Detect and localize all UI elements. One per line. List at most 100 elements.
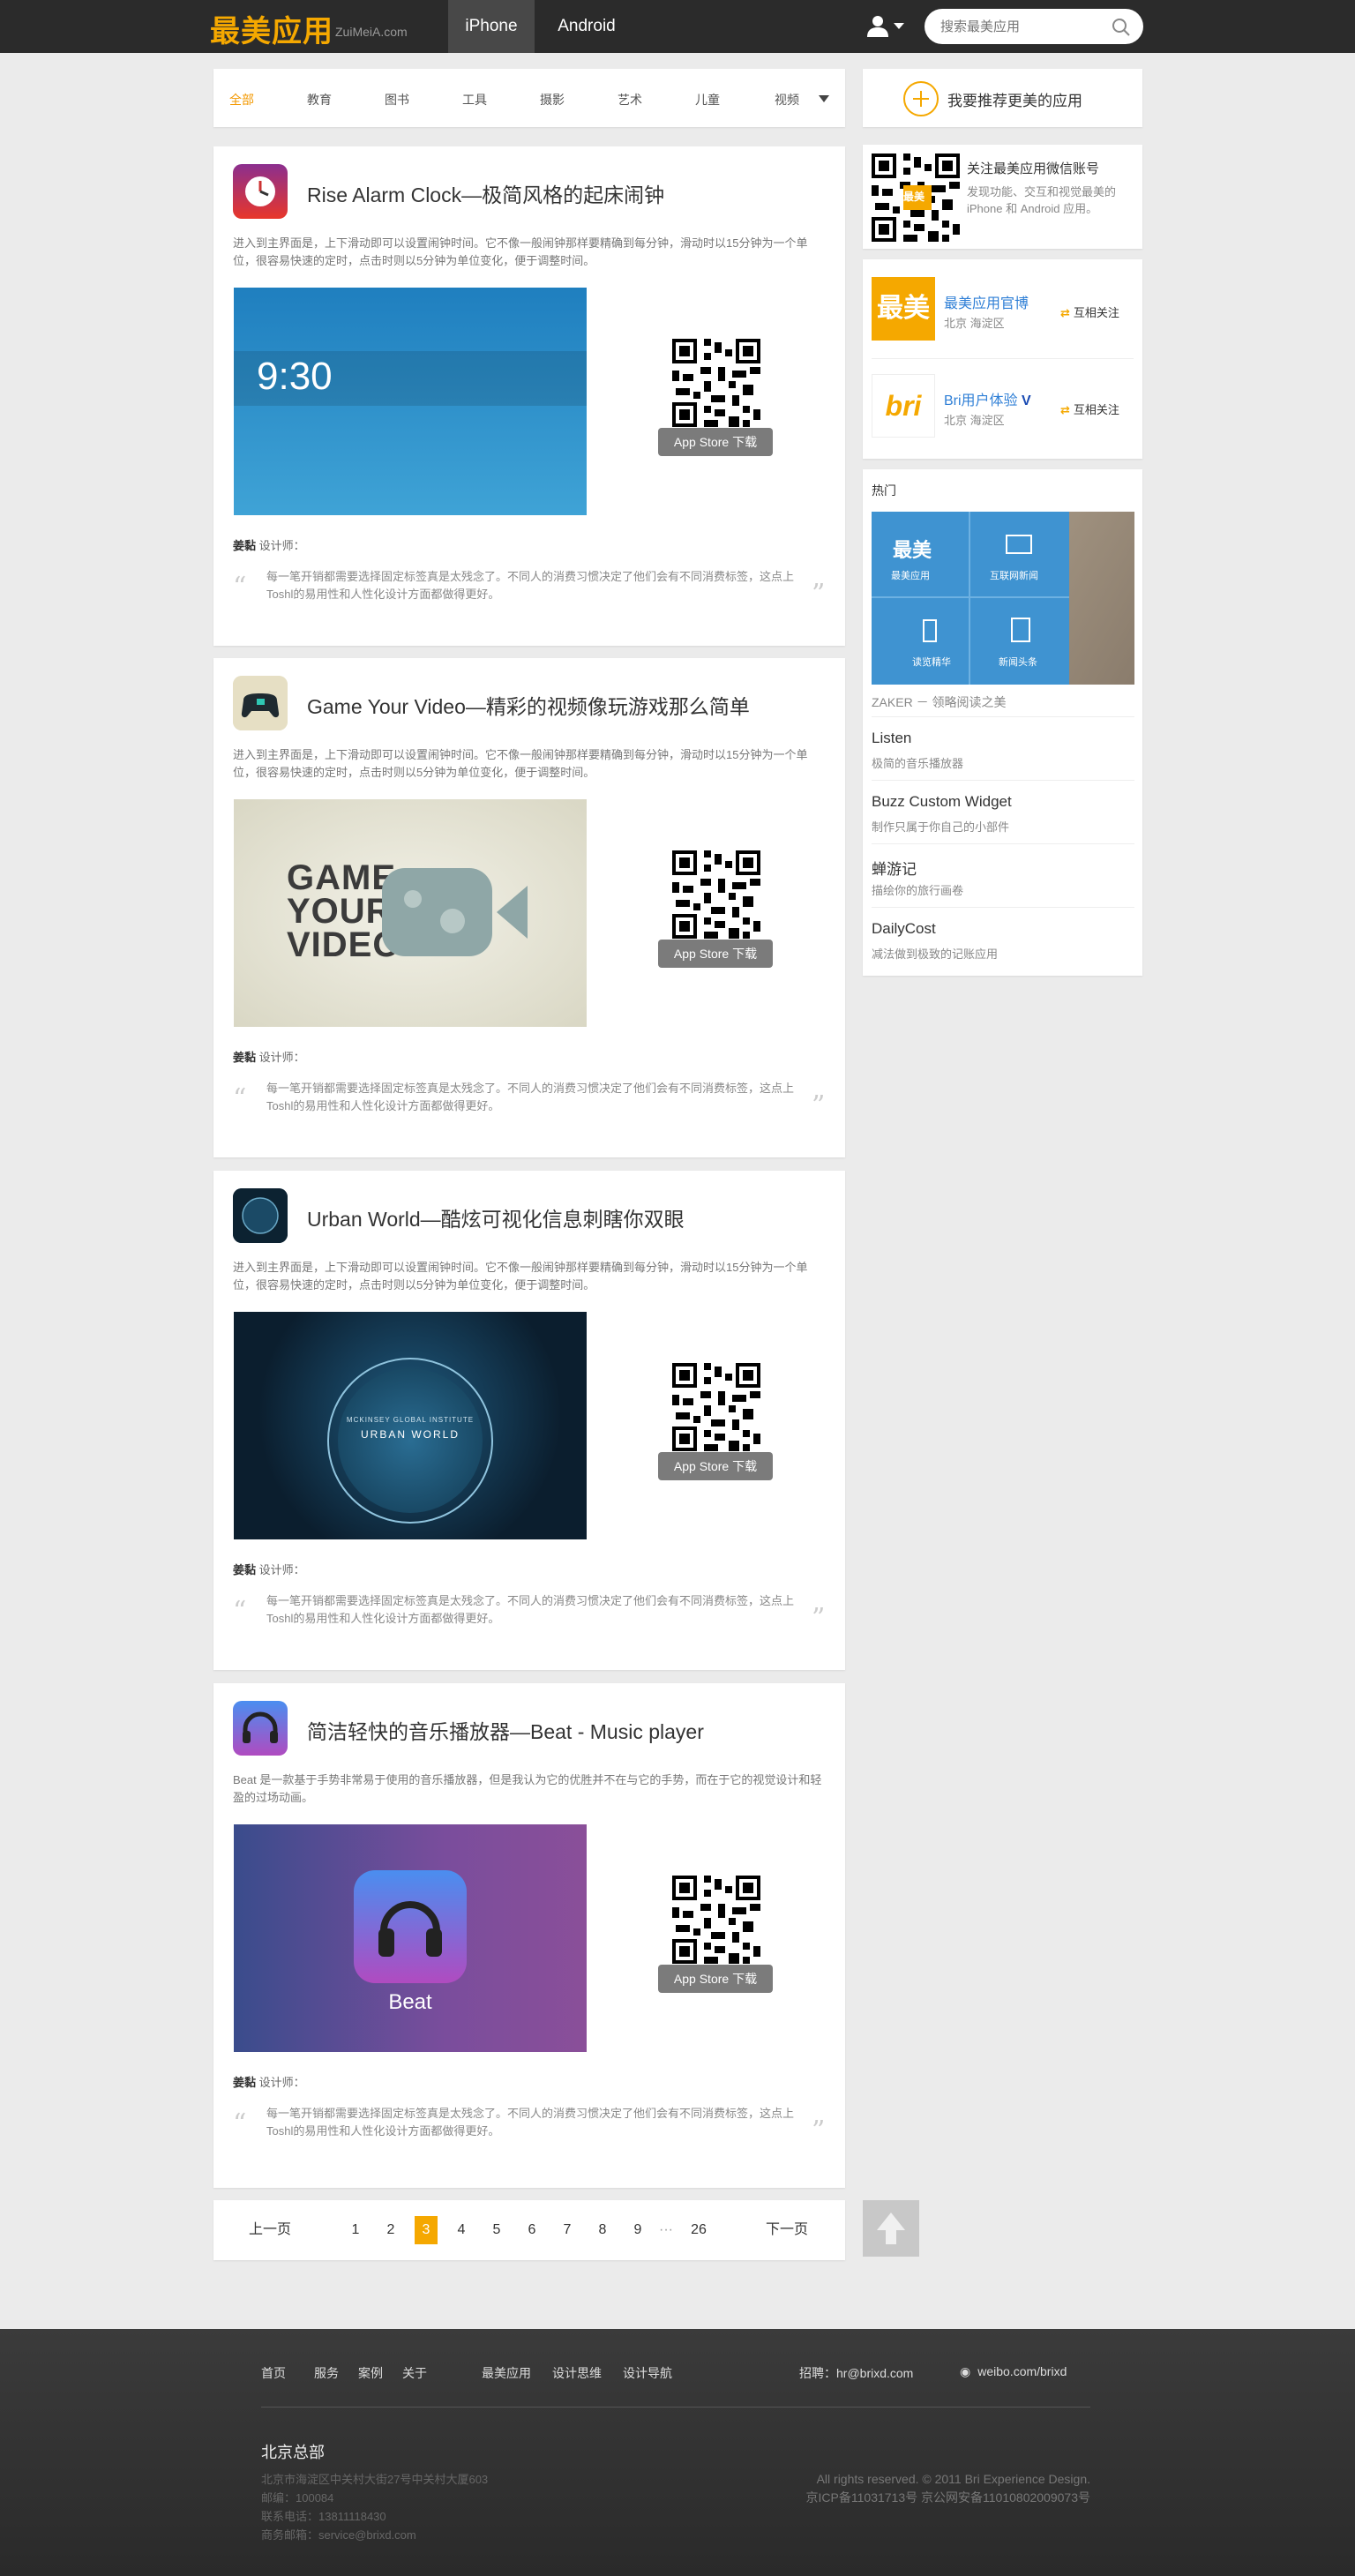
follow-name[interactable]: Bri用户体验 V (944, 388, 1031, 409)
footer-address: 北京市海淀区中关村大街27号中关村大厦603 邮编：100084 联系电话：13… (261, 2473, 489, 2542)
footer-link-design-thinking[interactable]: 设计思维 (552, 2364, 602, 2382)
arrow-up-icon (877, 2213, 905, 2244)
follow-button[interactable]: ⇄ 互相关注 (1060, 401, 1119, 417)
hot-banner[interactable]: 最美 最美应用 互联网新闻 读览精华 新闻头条 (872, 512, 1134, 685)
page-link-current[interactable]: 3 (415, 2216, 438, 2244)
app-description: Beat 是一款基于手势非常易于使用的音乐播放器，但是我认为它的优胜并不在与它的… (233, 1773, 822, 1804)
hot-item-title: Listen (872, 730, 912, 746)
page-link[interactable]: 4 (450, 2200, 473, 2260)
prev-page-button[interactable]: 上一页 (245, 2200, 295, 2260)
category-education[interactable]: 教育 (307, 69, 332, 127)
category-tools[interactable]: 工具 (462, 69, 487, 127)
category-video[interactable]: 视频 (775, 69, 799, 127)
search-icon[interactable] (1112, 18, 1131, 37)
tile-label: 新闻头条 (999, 657, 1037, 668)
hot-item-desc: 描绘你的旅行画卷 (872, 884, 964, 897)
review-quote: 每一笔开销都需要选择固定标签真是太残念了。不同人的消费习惯决定了他们会有不同消费… (266, 1594, 795, 1625)
hot-item[interactable]: Buzz Custom Widget 制作只属于你自己的小部件 (872, 780, 1134, 843)
category-all[interactable]: 全部 (229, 69, 254, 127)
app-icon[interactable] (233, 1701, 288, 1756)
hot-item-title: DailyCost (872, 920, 936, 937)
footer-weibo[interactable]: ◉ weibo.com/brixd (960, 2364, 1067, 2379)
search-box[interactable] (925, 9, 1143, 44)
category-photo[interactable]: 摄影 (540, 69, 565, 127)
chevron-down-icon[interactable] (894, 23, 904, 29)
footer: 首页 服务 案例 关于 最美应用 设计思维 设计导航 招聘：hr@brixd.c… (0, 2329, 1355, 2576)
qr-code (672, 1363, 760, 1451)
app-icon[interactable] (233, 676, 288, 730)
footer-link-services[interactable]: 服务 (314, 2364, 339, 2382)
designer-line: 姜黏 设计师： (233, 2073, 305, 2090)
pagination: 上一页 1 2 3 4 5 6 7 8 9 ··· 26 下一页 (213, 2200, 845, 2260)
app-screenshot: MCKINSEY GLOBAL INSTITUTE URBAN WORLD (234, 1312, 587, 1539)
user-icon[interactable] (866, 14, 889, 37)
screenshot-time: 9:30 (257, 355, 333, 398)
hot-item-desc: 极简的音乐播放器 (872, 757, 964, 770)
page-link[interactable]: 6 (520, 2200, 543, 2260)
hot-item[interactable]: Listen 极简的音乐播放器 (872, 716, 1134, 780)
footer-link-design-nav[interactable]: 设计导航 (623, 2364, 672, 2382)
app-card: Urban World—酷炫可视化信息刺瞎你双眼 进入到主界面是，上下滑动即可以… (213, 1171, 845, 1670)
designer-line: 姜黏 设计师： (233, 1561, 305, 1577)
logo[interactable]: 最美应用 (210, 7, 333, 50)
plus-icon (903, 81, 939, 116)
phone-icon (923, 619, 937, 642)
designer-label: 设计师： (258, 1563, 305, 1576)
page-link[interactable]: 9 (626, 2200, 649, 2260)
follow-logo[interactable]: bri (872, 374, 935, 438)
hot-item-desc: 减法做到极致的记账应用 (872, 947, 999, 961)
tab-android[interactable]: Android (540, 0, 633, 53)
app-title[interactable]: Game Your Video—精彩的视频像玩游戏那么简单 (307, 690, 750, 720)
screenshot-title: GAME YOUR VIDEO (287, 858, 401, 964)
designer-name: 姜黏 (233, 539, 257, 552)
follow-location: 北京 海淀区 (944, 414, 1005, 427)
review-quote: 每一笔开销都需要选择固定标签真是太残念了。不同人的消费习惯决定了他们会有不同消费… (266, 570, 795, 601)
app-store-download-button[interactable]: App Store 下载 (658, 940, 773, 968)
hot-item[interactable]: DailyCost 减法做到极致的记账应用 (872, 907, 1134, 972)
mutual-follow-icon: ⇄ (1060, 306, 1070, 319)
page-link[interactable]: 26 (683, 2200, 715, 2260)
tab-iphone[interactable]: iPhone (448, 0, 535, 53)
app-icon[interactable] (233, 164, 288, 219)
hot-item[interactable]: 蝉游记 描绘你的旅行画卷 (872, 843, 1134, 907)
qr-code (672, 850, 760, 939)
search-input[interactable] (940, 18, 1108, 35)
page-link[interactable]: 7 (556, 2200, 579, 2260)
wechat-title: 关注最美应用微信账号 (967, 161, 1100, 176)
wechat-badge: 最美 (903, 191, 925, 203)
follow-name[interactable]: 最美应用官博 (944, 291, 1029, 312)
app-store-download-button[interactable]: App Store 下载 (658, 1965, 773, 1993)
footer-divider (261, 2407, 1090, 2408)
next-page-button[interactable]: 下一页 (762, 2200, 812, 2260)
category-books[interactable]: 图书 (385, 69, 409, 127)
app-title[interactable]: Rise Alarm Clock—极简风格的起床闹钟 (307, 178, 664, 208)
category-kids[interactable]: 儿童 (695, 69, 720, 127)
footer-link-cases[interactable]: 案例 (358, 2364, 383, 2382)
app-title[interactable]: Urban World—酷炫可视化信息刺瞎你双眼 (307, 1202, 685, 1232)
recruit-email-link[interactable]: hr@brixd.com (836, 2366, 913, 2380)
app-screenshot: 9:30 (234, 288, 587, 515)
footer-link-zuimei[interactable]: 最美应用 (482, 2364, 531, 2382)
footer-link-about[interactable]: 关于 (402, 2364, 427, 2382)
page-link[interactable]: 2 (379, 2200, 402, 2260)
page-link[interactable]: 8 (591, 2200, 614, 2260)
app-title[interactable]: 简洁轻快的音乐播放器—Beat - Music player (307, 1715, 704, 1745)
footer-link-home[interactable]: 首页 (261, 2364, 286, 2382)
quote-close-icon: ” (812, 2115, 826, 2146)
category-art[interactable]: 艺术 (618, 69, 642, 127)
page-ellipsis: ··· (659, 2222, 673, 2237)
page-link[interactable]: 1 (344, 2200, 367, 2260)
app-store-download-button[interactable]: App Store 下载 (658, 428, 773, 456)
app-store-download-button[interactable]: App Store 下载 (658, 1452, 773, 1480)
page-link[interactable]: 5 (485, 2200, 508, 2260)
tile-label: 读览精华 (912, 657, 951, 668)
app-icon[interactable] (233, 1188, 288, 1243)
follow-button[interactable]: ⇄ 互相关注 (1060, 303, 1119, 320)
recommend-app-button[interactable]: 我要推荐更美的应用 (863, 69, 1142, 127)
chevron-down-icon[interactable] (819, 95, 829, 102)
hot-heading: 热门 (872, 483, 896, 498)
footer-recruit: 招聘：hr@brixd.com (799, 2366, 914, 2380)
hot-caption[interactable]: ZAKER － 领略阅读之美 (872, 693, 1006, 711)
back-to-top-button[interactable] (863, 2200, 919, 2257)
follow-logo[interactable]: 最美 (872, 277, 935, 341)
